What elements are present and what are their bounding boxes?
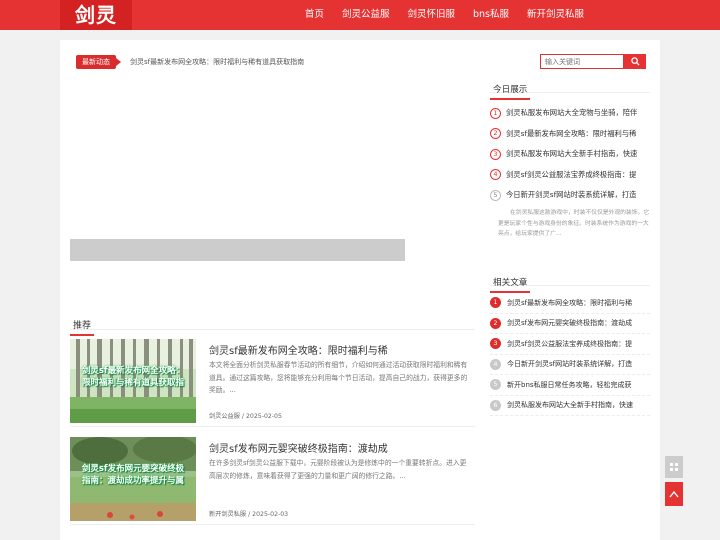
related-item-title[interactable]: 剑灵sf剑灵公益服法宝养成终极指南：提 — [507, 339, 632, 349]
nav-home[interactable]: 首页 — [305, 0, 324, 30]
today-item[interactable]: 1 剑灵私服发布网站大全宠物与坐骑，陪伴 — [490, 103, 650, 124]
article-title[interactable]: 剑灵sf发布网元婴突破终极指南：渡劫成 — [209, 440, 388, 455]
related-item[interactable]: 5 新开bns私服日常任务攻略，轻松完成获 — [490, 375, 650, 396]
related-item-title[interactable]: 新开bns私服日常任务攻略，轻松完成获 — [507, 380, 632, 390]
recommend-heading: 推荐 — [70, 313, 475, 336]
float-qr-button[interactable] — [665, 456, 683, 478]
related-item[interactable]: 4 今日新开剑灵sf网站时装系统详解，打造 — [490, 355, 650, 375]
rank-number: 3 — [490, 148, 501, 160]
search-input[interactable] — [540, 54, 624, 69]
today-list: 1 剑灵私服发布网站大全宠物与坐骑，陪伴 2 剑灵sf最新发布网全攻略：限时福利… — [490, 103, 650, 206]
arrow-up-icon — [669, 490, 679, 498]
rank-number: 2 — [490, 128, 501, 140]
related-item[interactable]: 6 剑灵私服发布网站大全新手村指南，快速 — [490, 396, 650, 416]
banner-placeholder-bar — [70, 239, 405, 261]
today-title: 今日展示 — [490, 84, 531, 100]
today-item[interactable]: 4 剑灵sf剑灵公益服法宝养成终极指南：提 — [490, 165, 650, 186]
nav-public-server[interactable]: 剑灵公益服 — [342, 0, 390, 30]
related-item-title[interactable]: 剑灵私服发布网站大全新手村指南，快速 — [507, 400, 633, 410]
top-bar: 剑灵 首页 剑灵公益服 剑灵怀旧服 bns私服 新开剑灵私服 — [0, 0, 720, 30]
search-box — [540, 54, 646, 69]
article-item[interactable]: 剑灵sf最新发布网全攻略：限时福利与稀有道具获取指 剑灵sf最新发布网全攻略：限… — [70, 339, 475, 427]
recommend-title: 推荐 — [70, 319, 95, 336]
today-item[interactable]: 3 剑灵私服发布网站大全新手村指南，快速 — [490, 144, 650, 165]
banner-area — [70, 74, 475, 262]
search-button[interactable] — [624, 54, 646, 69]
nav-bns-private[interactable]: bns私服 — [473, 0, 509, 30]
article-thumbnail[interactable]: 剑灵sf最新发布网全攻略：限时福利与稀有道具获取指 — [70, 339, 196, 423]
related-heading: 相关文章 — [490, 270, 650, 293]
today-item-title[interactable]: 剑灵私服发布网站大全宠物与坐骑，陪伴 — [506, 108, 637, 118]
news-link[interactable]: 剑灵sf最新发布网全攻略：限时福利与稀有道具获取指南 — [130, 57, 304, 67]
related-item-title[interactable]: 今日新开剑灵sf网站时装系统详解，打造 — [507, 359, 632, 369]
article-date: 2025-02-03 — [252, 511, 289, 518]
thumbnail-caption: 剑灵sf发布网元婴突破终极指南：渡劫成功率提升与属 — [81, 464, 185, 486]
article-category[interactable]: 新开剑灵私服 — [209, 511, 246, 518]
related-item-title[interactable]: 剑灵sf最新发布网全攻略：限时福利与稀 — [507, 298, 632, 308]
news-tag: 最新动态 — [76, 55, 121, 69]
rank-number: 5 — [490, 379, 501, 391]
related-list: 1 剑灵sf最新发布网全攻略：限时福利与稀 2 剑灵sf发布网元婴突破终极指南：… — [490, 293, 650, 416]
today-item[interactable]: 2 剑灵sf最新发布网全攻略：限时福利与稀 — [490, 124, 650, 145]
article-item[interactable]: 剑灵sf发布网元婴突破终极指南：渡劫成功率提升与属 剑灵sf发布网元婴突破终极指… — [70, 437, 475, 525]
today-description: 在剑灵私服这款游戏中，时装不仅仅是外观的装饰，它更是玩家个性与游戏身份的象征。时… — [498, 210, 650, 237]
rank-number: 4 — [490, 169, 501, 181]
site-logo[interactable]: 剑灵 — [60, 0, 132, 30]
rank-number: 6 — [490, 399, 501, 411]
today-heading: 今日展示 — [490, 77, 650, 100]
rank-number: 1 — [490, 297, 501, 309]
related-item-title[interactable]: 剑灵sf发布网元婴突破终极指南：渡劫成 — [507, 318, 632, 328]
article-date: 2025-02-05 — [245, 413, 282, 420]
thumbnail-caption: 剑灵sf最新发布网全攻略：限时福利与稀有道具获取指 — [81, 366, 185, 388]
related-item[interactable]: 1 剑灵sf最新发布网全攻略：限时福利与稀 — [490, 293, 650, 314]
article-thumbnail[interactable]: 剑灵sf发布网元婴突破终极指南：渡劫成功率提升与属 — [70, 437, 196, 521]
rank-number: 3 — [490, 338, 501, 350]
article-category[interactable]: 剑灵公益服 — [209, 413, 240, 420]
back-to-top-button[interactable] — [665, 482, 683, 506]
today-item-title[interactable]: 剑灵sf剑灵公益服法宝养成终极指南：提 — [506, 170, 636, 180]
today-item-title[interactable]: 今日新开剑灵sf网站时装系统详解，打造 — [506, 190, 636, 200]
related-item[interactable]: 2 剑灵sf发布网元婴突破终极指南：渡劫成 — [490, 314, 650, 334]
today-item[interactable]: 5 今日新开剑灵sf网站时装系统详解，打造 — [490, 185, 650, 206]
main-container: 最新动态 剑灵sf最新发布网全攻略：限时福利与稀有道具获取指南 推荐 — [60, 40, 660, 540]
today-item-title[interactable]: 剑灵私服发布网站大全新手村指南，快速 — [506, 149, 637, 159]
nav-classic-server[interactable]: 剑灵怀旧服 — [407, 0, 455, 30]
article-summary: 本文将全面分析剑灵私服春节活动的所有细节，介绍如何通过活动获取限时福利和稀有道具… — [209, 361, 468, 394]
rank-number: 4 — [490, 358, 501, 370]
rank-number: 2 — [490, 317, 501, 329]
qr-icon — [670, 463, 678, 471]
related-title: 相关文章 — [490, 277, 531, 293]
search-icon — [630, 57, 640, 66]
article-title[interactable]: 剑灵sf最新发布网全攻略：限时福利与稀 — [209, 342, 388, 357]
rank-number: 5 — [490, 189, 501, 201]
related-item[interactable]: 3 剑灵sf剑灵公益服法宝养成终极指南：提 — [490, 334, 650, 355]
article-meta: 剑灵公益服 / 2025-02-05 — [209, 411, 282, 420]
article-summary: 在许多剑灵sf剑灵公益服下载中，元婴阶段被认为是修炼中的一个重要转折点。进入更高… — [209, 459, 467, 480]
nav-new-private[interactable]: 新开剑灵私服 — [527, 0, 584, 30]
news-ticker: 最新动态 剑灵sf最新发布网全攻略：限时福利与稀有道具获取指南 — [76, 55, 476, 69]
main-nav: 首页 剑灵公益服 剑灵怀旧服 bns私服 新开剑灵私服 — [287, 0, 584, 30]
rank-number: 1 — [490, 107, 501, 119]
article-meta: 新开剑灵私服 / 2025-02-03 — [209, 509, 288, 518]
today-item-title[interactable]: 剑灵sf最新发布网全攻略：限时福利与稀 — [506, 129, 636, 139]
